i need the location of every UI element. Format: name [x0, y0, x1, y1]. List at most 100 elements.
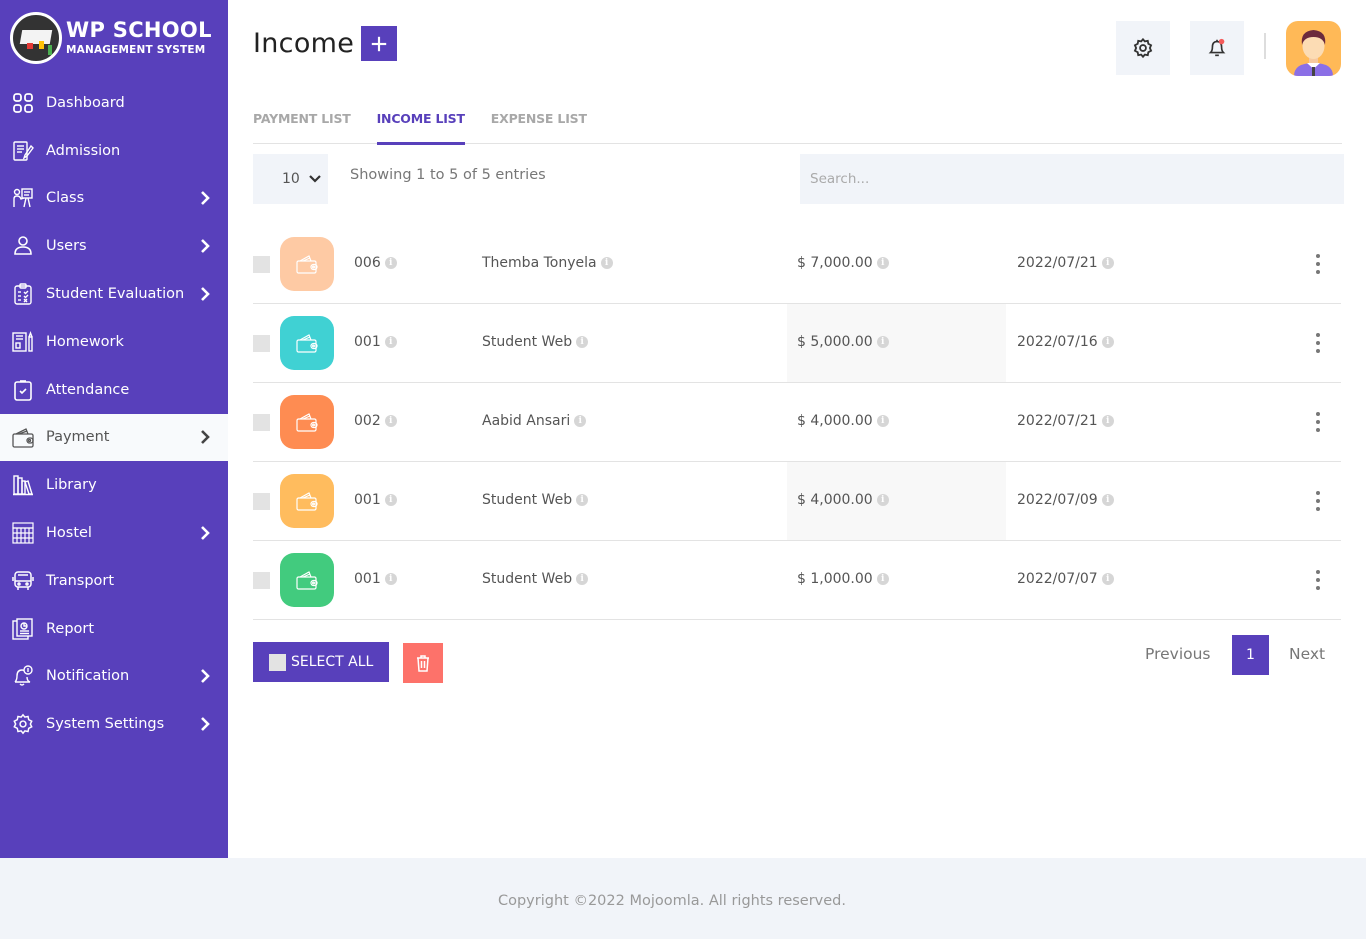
row-checkbox[interactable]	[253, 335, 270, 352]
sidebar-item-homework[interactable]: Homework	[0, 318, 228, 366]
pagination-next[interactable]: Next	[1289, 645, 1325, 663]
date: 2022/07/21	[1017, 255, 1098, 271]
date: 2022/07/09	[1017, 492, 1098, 508]
app-root: WP SCHOOL MANAGEMENT SYSTEM Dashboard Ad…	[0, 0, 1366, 939]
footer: Copyright ©2022 Mojoomla. All rights res…	[0, 858, 1366, 939]
tab-payment-list[interactable]: PAYMENT LIST	[253, 100, 351, 144]
chevron-right-icon	[201, 239, 210, 254]
search-input[interactable]	[800, 154, 1344, 204]
info-icon[interactable]: i	[384, 257, 397, 269]
row-checkbox[interactable]	[253, 572, 270, 589]
row-actions-menu[interactable]	[1308, 410, 1328, 434]
select-all-checkbox[interactable]	[269, 653, 286, 671]
row-actions-menu[interactable]	[1308, 252, 1328, 276]
sidebar-item-label: Library	[46, 477, 97, 494]
info-icon[interactable]: i	[600, 257, 613, 269]
row-actions-menu[interactable]	[1308, 489, 1328, 513]
amount: $ 4,000.00	[797, 492, 873, 508]
settings-button[interactable]	[1116, 21, 1170, 75]
amount: $ 1,000.00	[797, 571, 873, 587]
invoice-id: 001	[354, 334, 381, 350]
sidebar-item-student-evaluation[interactable]: Student Evaluation	[0, 270, 228, 318]
info-icon[interactable]: i	[876, 336, 889, 348]
date-cell: 2022/07/09 i	[1017, 492, 1114, 508]
delete-selected-button[interactable]	[403, 643, 443, 683]
sidebar-item-notification[interactable]: Notification	[0, 653, 228, 701]
sidebar-item-label: Transport	[46, 572, 115, 589]
brand[interactable]: WP SCHOOL MANAGEMENT SYSTEM	[10, 12, 212, 64]
info-icon[interactable]: i	[576, 336, 589, 348]
chevron-right-icon	[201, 526, 210, 540]
info-icon[interactable]: i	[384, 573, 397, 585]
notifications-button[interactable]	[1190, 21, 1244, 75]
sidebar-item-library[interactable]: Library	[0, 461, 228, 509]
pagination-page-1[interactable]: 1	[1232, 635, 1269, 675]
sidebar-item-transport[interactable]: Transport	[0, 557, 228, 605]
info-icon[interactable]: i	[1101, 494, 1114, 506]
date-cell: 2022/07/16 i	[1017, 334, 1114, 350]
row-actions-menu[interactable]	[1308, 568, 1328, 592]
page-length-value: 10	[282, 171, 300, 187]
income-table: 006 i Themba Tonyela i $ 7,000.00 i 2022/07/21…	[253, 225, 1341, 620]
info-icon[interactable]: i	[876, 494, 889, 506]
info-icon[interactable]: i	[576, 494, 589, 506]
bell-icon	[1208, 38, 1226, 57]
more-vertical-icon	[1316, 491, 1320, 495]
sidebar-item-label: Report	[46, 620, 95, 637]
chevron-right-icon	[201, 717, 210, 732]
student-name-cell: Student Web i	[482, 571, 589, 587]
user-avatar[interactable]	[1286, 21, 1341, 76]
row-actions-menu[interactable]	[1308, 331, 1328, 355]
invoice-id: 006	[354, 255, 381, 271]
row-checkbox[interactable]	[253, 493, 270, 510]
library-books-icon	[12, 474, 34, 496]
sidebar-item-attendance[interactable]: Attendance	[0, 366, 228, 414]
row-checkbox[interactable]	[253, 414, 270, 431]
info-icon[interactable]: i	[1101, 415, 1114, 427]
tab-income-list[interactable]: INCOME LIST	[376, 100, 465, 145]
student-name: Student Web	[482, 492, 573, 508]
info-icon[interactable]: i	[1101, 257, 1114, 269]
info-icon[interactable]: i	[876, 257, 889, 269]
info-icon[interactable]: i	[384, 494, 397, 506]
amount-cell: $ 7,000.00 i	[797, 255, 889, 271]
sidebar-item-label: Notification	[46, 668, 130, 685]
page-length-select[interactable]: 10	[253, 154, 328, 204]
info-icon[interactable]: i	[384, 415, 397, 427]
student-name: Aabid Ansari	[482, 413, 571, 429]
date-cell: 2022/07/21 i	[1017, 255, 1114, 271]
invoice-id-cell: 002 i	[354, 413, 397, 429]
sidebar-item-label: Homework	[46, 333, 124, 350]
sidebar-item-label: Hostel	[46, 525, 92, 542]
sidebar-item-class[interactable]: Class	[0, 175, 228, 223]
info-icon[interactable]: i	[576, 573, 589, 585]
invoice-id-cell: 001 i	[354, 492, 397, 508]
chevron-right-icon	[201, 287, 210, 301]
info-icon[interactable]: i	[1101, 573, 1114, 585]
notification-bell-icon	[12, 665, 34, 687]
sidebar-item-users[interactable]: Users	[0, 222, 228, 270]
tab-expense-list[interactable]: EXPENSE LIST	[491, 100, 587, 144]
info-icon[interactable]: i	[574, 415, 587, 427]
info-icon[interactable]: i	[384, 336, 397, 348]
dashboard-grid-icon	[12, 92, 34, 114]
settings-gear-icon	[12, 713, 34, 735]
info-icon[interactable]: i	[1101, 336, 1114, 348]
info-icon[interactable]: i	[876, 573, 889, 585]
row-checkbox[interactable]	[253, 256, 270, 273]
invoice-id: 001	[354, 571, 381, 587]
sidebar-item-payment[interactable]: Payment	[0, 413, 228, 462]
sidebar-item-report[interactable]: Report	[0, 605, 228, 653]
homework-notebook-icon	[12, 330, 34, 353]
attendance-check-icon	[12, 379, 34, 401]
sidebar-item-hostel[interactable]: Hostel	[0, 509, 228, 557]
select-all-button[interactable]: SELECT ALL	[253, 642, 389, 682]
sidebar-item-system-settings[interactable]: System Settings	[0, 700, 228, 748]
pagination-previous[interactable]: Previous	[1145, 645, 1211, 663]
add-income-button[interactable]	[361, 26, 397, 61]
sidebar-item-dashboard[interactable]: Dashboard	[0, 79, 228, 127]
amount-cell: $ 5,000.00 i	[797, 334, 889, 350]
sidebar-nav: Dashboard Admission Class Users Student …	[0, 79, 228, 748]
info-icon[interactable]: i	[876, 415, 889, 427]
sidebar-item-admission[interactable]: Admission	[0, 127, 228, 175]
